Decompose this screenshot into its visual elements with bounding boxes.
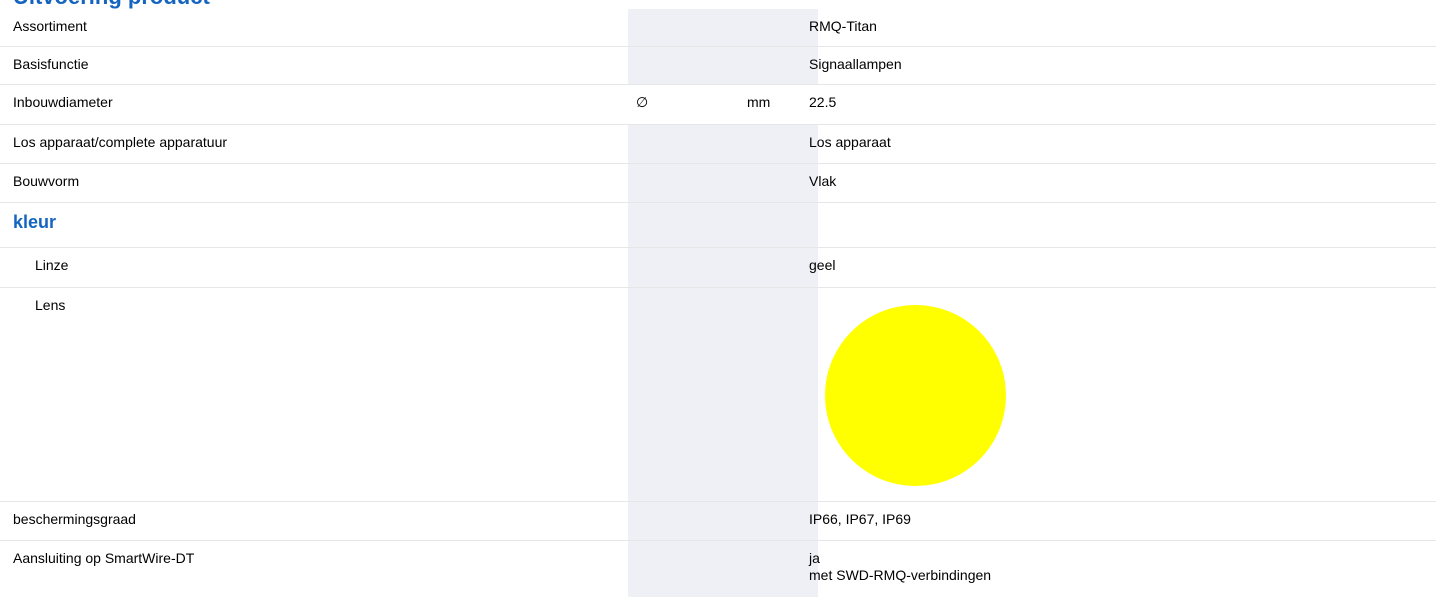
symbol-cell (628, 541, 742, 597)
table-row-inbouwdiameter: Inbouwdiameter ∅ mm 22.5 (0, 85, 1436, 125)
section-header-kleur: kleur (0, 203, 1436, 248)
unit-cell (742, 248, 818, 287)
unit-cell (742, 288, 818, 501)
symbol-cell (628, 9, 742, 46)
row-value-line2: met SWD-RMQ-verbindingen (809, 567, 992, 583)
section-title: kleur (13, 212, 57, 232)
row-label: Basisfunctie (13, 56, 89, 72)
row-label: Aansluiting op SmartWire-DT (13, 550, 195, 566)
symbol-cell (628, 125, 742, 163)
row-label: Linze (35, 257, 69, 273)
table-row-linze: Linze geel (0, 248, 1436, 288)
unit-cell (742, 203, 818, 247)
unit-cell (742, 502, 818, 540)
row-value: RMQ-Titan (809, 18, 877, 34)
row-label: beschermingsgraad (13, 511, 136, 527)
unit-cell (742, 9, 818, 46)
row-value-line1: ja (809, 550, 820, 566)
unit-label: mm (747, 94, 771, 110)
table-row-smartwire: Aansluiting op SmartWire-DT ja met SWD-R… (0, 541, 1436, 597)
symbol-cell (628, 47, 742, 84)
unit-cell (742, 47, 818, 84)
table-row-los-apparaat: Los apparaat/complete apparatuur Los app… (0, 125, 1436, 164)
symbol-cell (628, 164, 742, 202)
row-label: Assortiment (13, 18, 87, 34)
spec-table: Assortiment RMQ-Titan Basisfunctie Signa… (0, 9, 1436, 597)
symbol-cell (628, 248, 742, 287)
symbol-cell (628, 502, 742, 540)
yellow-lens-swatch (825, 305, 1006, 486)
table-row-basisfunctie: Basisfunctie Signaallampen (0, 47, 1436, 85)
table-row-lens: Lens (0, 288, 1436, 502)
unit-cell (742, 164, 818, 202)
diameter-symbol: ∅ (636, 94, 649, 110)
unit-cell (742, 541, 818, 597)
table-row-assortiment: Assortiment RMQ-Titan (0, 9, 1436, 47)
symbol-cell (628, 288, 742, 501)
row-label: Bouwvorm (13, 173, 80, 189)
symbol-cell (628, 203, 742, 247)
page-section-title: Uitvoering product (13, 0, 210, 8)
row-label: Inbouwdiameter (13, 94, 113, 110)
row-value: 22.5 (809, 94, 837, 110)
row-label: Lens (35, 297, 66, 313)
unit-cell (742, 125, 818, 163)
row-value: geel (809, 257, 836, 273)
row-value: Vlak (809, 173, 837, 189)
row-value: Los apparaat (809, 134, 891, 150)
row-label: Los apparaat/complete apparatuur (13, 134, 228, 150)
table-row-beschermingsgraad: beschermingsgraad IP66, IP67, IP69 (0, 502, 1436, 541)
row-value: IP66, IP67, IP69 (809, 511, 911, 527)
row-value: Signaallampen (809, 56, 902, 72)
table-row-bouwvorm: Bouwvorm Vlak (0, 164, 1436, 203)
